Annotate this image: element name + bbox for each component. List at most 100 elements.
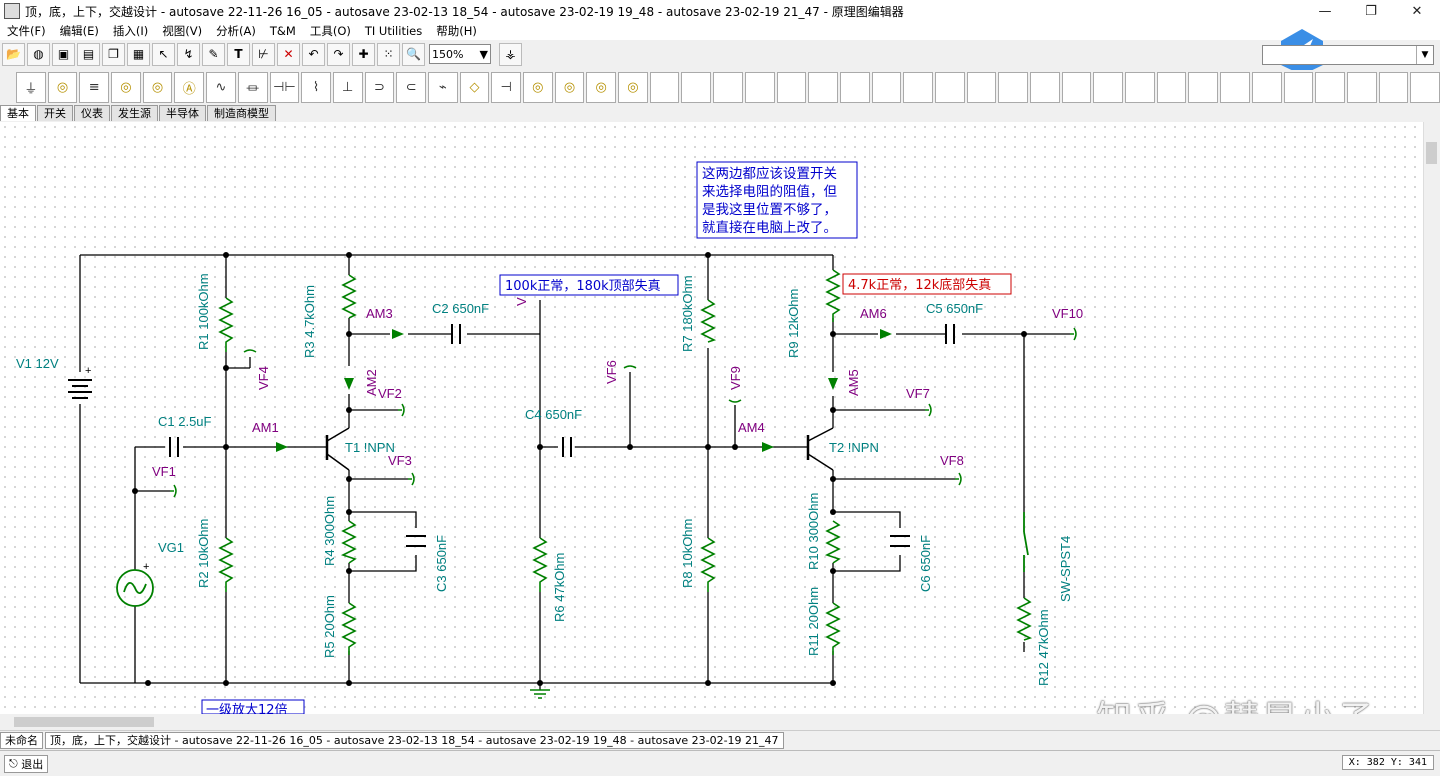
wire-icon[interactable]: ↯ [177,42,200,66]
transformer-icon[interactable]: ⊃ [364,71,395,103]
current-source-icon[interactable]: ◎ [142,71,173,103]
polar-capacitor-icon[interactable]: ⊥ [332,71,363,103]
label-am4: AM4 [738,420,765,435]
exit-icon: ⎋ [9,756,22,770]
label-t2: T2 !NPN [829,440,879,455]
battery-v1[interactable] [68,379,92,399]
resistor-icon[interactable]: ∿ [206,71,236,103]
label-am5: AM5 [846,369,861,396]
switch-sw-spst4[interactable] [1023,512,1029,572]
ic-source-icon[interactable]: ◎ [523,71,553,103]
text-icon[interactable]: T [227,42,250,66]
vertical-scrollbar[interactable] [1423,122,1440,714]
exit-label: 退出 [21,757,44,771]
menu-help[interactable]: 帮助(H) [429,23,484,39]
label-r7: R7 180kOhm [680,275,695,352]
menu-analysis[interactable]: 分析(A) [209,23,263,39]
connector-icon[interactable]: ⊣ [491,71,521,103]
potentiometer-icon[interactable]: ⏛ [237,71,268,103]
doc-tab-current[interactable]: 顶，底，上下，交越设计 - autosave 22-11-26 16_05 - … [45,732,784,749]
component-toolbar: ⏚ ◎ ≡ ◎ ◎ Ⓐ ∿ ⏛ ⊣⊢ ⌇ ⊥ ⊃ ⊂ ⌁ ◇ ⊣ ◎ ◎ ◎ ◎ [0,70,1440,104]
capacitor-icon[interactable]: ⊣⊢ [269,71,300,103]
undo-icon[interactable]: ↶ [302,42,325,66]
globe-icon[interactable]: ◍ [27,42,50,66]
note-47k[interactable]: 4.7k正常，12k底部失真 [842,273,1012,295]
zoom-icon[interactable]: 🔍 [402,42,425,66]
label-vf7: VF7 [906,386,930,401]
label-vf3: VF3 [388,453,412,468]
vc-source-icon[interactable]: ◎ [554,71,585,103]
menu-insert[interactable]: 插入(I) [106,23,155,39]
capacitors[interactable] [169,324,955,547]
label-r12: R12 47kOhm [1036,609,1051,686]
battery-icon[interactable]: ◎ [47,71,78,103]
delete-icon[interactable]: ✕ [277,42,300,66]
inductor-icon[interactable]: ⌇ [301,71,331,103]
grid-icon[interactable]: ⁙ [377,42,400,66]
vs-source-icon[interactable]: ◎ [618,71,648,103]
label-am6: AM6 [860,306,887,321]
menu-edit[interactable]: 编辑(E) [53,23,106,39]
tab-semiconductors[interactable]: 半导体 [159,105,206,121]
empty-slot [1125,71,1155,103]
cursor-coords: X: 382 Y: 341 [1341,755,1434,770]
scroll-thumb[interactable] [14,717,154,727]
menu-tools[interactable]: 工具(O) [303,23,358,39]
coupled-inductor-icon[interactable]: ⊂ [396,71,426,103]
close-button[interactable]: ✕ [1394,0,1440,22]
meter-icon[interactable]: ⚶ [499,42,522,66]
open-icon[interactable]: 📂 [2,42,25,66]
menu-tm[interactable]: T&M [263,24,303,38]
ground-symbol [530,689,550,699]
select-pointer-icon[interactable]: ↖ [152,42,175,66]
switch-icon[interactable]: ⌁ [427,71,458,103]
note-line-3: 是我这里位置不够了， [702,201,837,218]
copy-icon[interactable]: ❐ [102,42,125,66]
doc-tab-untitled[interactable]: 未命名 [0,732,43,749]
tab-sources[interactable]: 发生源 [111,105,158,121]
schematic-canvas[interactable]: V1 12V C1 2.5uF C2 650nF C4 650nF C5 650… [0,122,1424,714]
open-folder-icon[interactable]: ▤ [77,42,100,66]
tab-switches[interactable]: 开关 [37,105,73,121]
scroll-thumb[interactable] [1426,142,1437,164]
empty-slot [776,71,807,103]
save-icon[interactable]: ▣ [52,42,75,66]
menu-ti-utilities[interactable]: TI Utilities [358,24,429,38]
menu-view[interactable]: 视图(V) [155,23,209,39]
note-100k[interactable]: 100k正常，180k顶部失真 [499,274,679,296]
zoom-select[interactable]: 150% ▼ [429,44,491,64]
maximize-button[interactable]: ❐ [1348,0,1394,22]
note-blue[interactable]: 这两边都应该设置开关 来选择电阻的阻值，但 是我这里位置不够了， 就直接在电脑上… [696,161,858,239]
label-r10: R10 300Ohm [806,493,821,570]
ground-icon[interactable]: ⏚ [16,71,46,103]
tab-meters[interactable]: 仪表 [74,105,110,121]
redo-icon[interactable]: ↷ [327,42,350,66]
empty-slot [1188,71,1219,103]
minimize-button[interactable]: — [1302,0,1348,22]
part-icon[interactable]: ⊬ [252,42,275,66]
note-stage[interactable]: 一级放大12倍 [201,699,305,714]
paste-icon[interactable]: ▦ [127,42,150,66]
menu-file[interactable]: 文件(F) [0,23,53,39]
label-vf8: VF8 [940,453,964,468]
right-combo[interactable]: ▼ [1262,45,1434,65]
junction-icon[interactable]: ✚ [352,42,375,66]
pencil-icon[interactable]: ✎ [202,42,225,66]
lamp-icon[interactable]: ◇ [459,71,490,103]
cs-source-icon[interactable]: ◎ [586,71,617,103]
empty-slot [1093,71,1124,103]
capacitor-bank-icon[interactable]: ≡ [79,71,110,103]
label-am2: AM2 [364,369,379,396]
voltage-source-icon[interactable]: ◎ [111,71,141,103]
resistors[interactable] [218,269,1033,655]
tab-basic[interactable]: 基本 [0,105,36,121]
note-line-2: 来选择电阻的阻值，但 [702,184,837,200]
ammeter-icon[interactable]: Ⓐ [174,71,205,103]
horizontal-scrollbar[interactable] [0,714,1424,730]
tab-manufacturer-models[interactable]: 制造商模型 [207,105,276,121]
exit-button[interactable]: ⎋ 退出 [4,754,49,773]
label-am1: AM1 [252,420,279,435]
vg1-source[interactable] [116,569,154,607]
empty-slot [1061,71,1092,103]
label-vf9: VF9 [728,366,743,390]
